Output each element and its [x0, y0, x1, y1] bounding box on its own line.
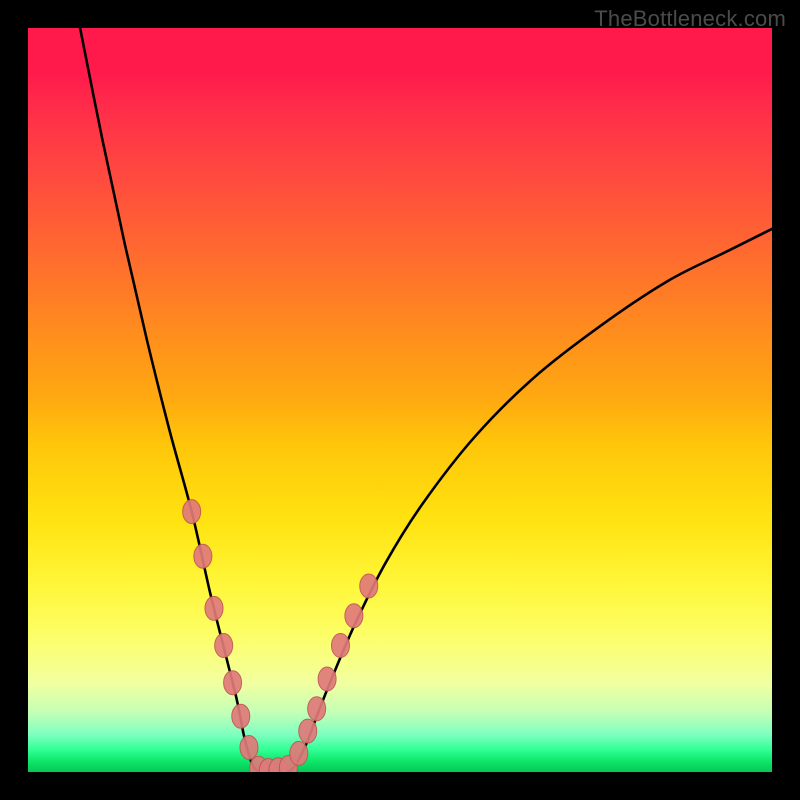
- marker-dot: [194, 544, 212, 568]
- marker-dot: [299, 719, 317, 743]
- marker-dot: [308, 697, 326, 721]
- marker-dot: [205, 596, 223, 620]
- marker-dot: [345, 604, 363, 628]
- marker-dot: [331, 634, 349, 658]
- v-curve-path: [80, 28, 772, 772]
- marker-dot: [240, 735, 258, 759]
- marker-dot: [232, 704, 250, 728]
- outer-frame: TheBottleneck.com: [0, 0, 800, 800]
- curve-layer: [28, 28, 772, 772]
- marker-dot: [215, 634, 233, 658]
- plot-panel: [28, 28, 772, 772]
- bottleneck-curve: [80, 28, 772, 772]
- marker-dot: [360, 574, 378, 598]
- marker-dot: [290, 741, 308, 765]
- marker-dot: [224, 671, 242, 695]
- marker-dot: [183, 500, 201, 524]
- watermark-text: TheBottleneck.com: [594, 6, 786, 32]
- marker-dot: [318, 667, 336, 691]
